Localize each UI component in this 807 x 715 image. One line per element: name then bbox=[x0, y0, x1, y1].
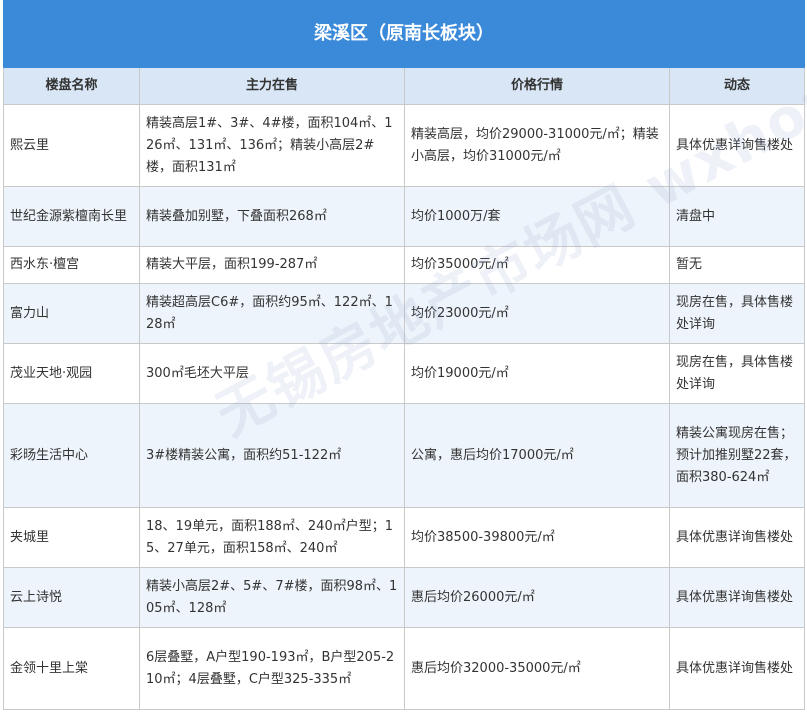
property-table: 梁溪区（原南长板块） 楼盘名称 主力在售 价格行情 动态 熙云里 精装高层1#、… bbox=[3, 0, 805, 710]
table-header-row: 楼盘名称 主力在售 价格行情 动态 bbox=[3, 67, 805, 105]
table-row: 茂业天地·观园 300㎡毛坯大平层 均价19000元/㎡ 现房在售，具体售楼处详… bbox=[3, 343, 805, 404]
cell-main-product: 精装高层1#、3#、4#楼，面积104㎡、126㎡、131㎡、136㎡；精装小高… bbox=[139, 104, 405, 187]
cell-price: 均价23000元/㎡ bbox=[404, 283, 670, 344]
cell-project-name: 茂业天地·观园 bbox=[3, 343, 140, 404]
cell-price: 均价1000万/套 bbox=[404, 186, 670, 247]
table-row: 夹城里 18、19单元，面积188㎡、240㎡户型；15、27单元，面积158㎡… bbox=[3, 507, 805, 568]
header-status: 动态 bbox=[669, 67, 805, 105]
cell-project-name: 熙云里 bbox=[3, 104, 140, 187]
cell-status: 清盘中 bbox=[669, 186, 805, 247]
header-project-name: 楼盘名称 bbox=[3, 67, 140, 105]
header-price: 价格行情 bbox=[404, 67, 670, 105]
cell-price: 均价35000元/㎡ bbox=[404, 246, 670, 284]
cell-project-name: 世纪金源紫檀南长里 bbox=[3, 186, 140, 247]
table-row: 富力山 精装超高层C6#，面积约95㎡、122㎡、128㎡ 均价23000元/㎡… bbox=[3, 283, 805, 344]
table-row: 熙云里 精装高层1#、3#、4#楼，面积104㎡、126㎡、131㎡、136㎡；… bbox=[3, 104, 805, 187]
cell-status: 具体优惠详询售楼处 bbox=[669, 104, 805, 187]
cell-status: 现房在售，具体售楼处详询 bbox=[669, 283, 805, 344]
cell-project-name: 云上诗悦 bbox=[3, 567, 140, 628]
cell-main-product: 精装小高层2#、5#、7#楼，面积98㎡、105㎡、128㎡ bbox=[139, 567, 405, 628]
cell-project-name: 夹城里 bbox=[3, 507, 140, 568]
cell-project-name: 金领十里上棠 bbox=[3, 627, 140, 710]
cell-price: 公寓，惠后均价17000元/㎡ bbox=[404, 403, 670, 508]
cell-project-name: 富力山 bbox=[3, 283, 140, 344]
cell-main-product: 6层叠墅，A户型190-193㎡，B户型205-210㎡；4层叠墅，C户型325… bbox=[139, 627, 405, 710]
cell-price: 均价19000元/㎡ bbox=[404, 343, 670, 404]
table-row: 金领十里上棠 6层叠墅，A户型190-193㎡，B户型205-210㎡；4层叠墅… bbox=[3, 627, 805, 710]
cell-main-product: 3#楼精装公寓，面积约51-122㎡ bbox=[139, 403, 405, 508]
header-main-product: 主力在售 bbox=[139, 67, 405, 105]
cell-status: 暂无 bbox=[669, 246, 805, 284]
table-row: 云上诗悦 精装小高层2#、5#、7#楼，面积98㎡、105㎡、128㎡ 惠后均价… bbox=[3, 567, 805, 628]
cell-status: 现房在售，具体售楼处详询 bbox=[669, 343, 805, 404]
table-title: 梁溪区（原南长板块） bbox=[3, 0, 805, 68]
table-title-row: 梁溪区（原南长板块） bbox=[3, 0, 805, 68]
cell-project-name: 西水东·檀宫 bbox=[3, 246, 140, 284]
cell-main-product: 精装超高层C6#，面积约95㎡、122㎡、128㎡ bbox=[139, 283, 405, 344]
cell-status: 具体优惠详询售楼处 bbox=[669, 627, 805, 710]
property-table-container: 梁溪区（原南长板块） 楼盘名称 主力在售 价格行情 动态 熙云里 精装高层1#、… bbox=[3, 0, 805, 710]
cell-status: 精装公寓现房在售；预计加推别墅22套，面积380-624㎡ bbox=[669, 403, 805, 508]
cell-status: 具体优惠详询售楼处 bbox=[669, 567, 805, 628]
cell-price: 精装高层，均价29000-31000元/㎡；精装小高层，均价31000元/㎡ bbox=[404, 104, 670, 187]
cell-status: 具体优惠详询售楼处 bbox=[669, 507, 805, 568]
cell-price: 惠后均价26000元/㎡ bbox=[404, 567, 670, 628]
cell-price: 均价38500-39800元/㎡ bbox=[404, 507, 670, 568]
cell-main-product: 精装大平层，面积199-287㎡ bbox=[139, 246, 405, 284]
table-row: 世纪金源紫檀南长里 精装叠加别墅，下叠面积268㎡ 均价1000万/套 清盘中 bbox=[3, 186, 805, 247]
cell-main-product: 精装叠加别墅，下叠面积268㎡ bbox=[139, 186, 405, 247]
table-row: 彩旸生活中心 3#楼精装公寓，面积约51-122㎡ 公寓，惠后均价17000元/… bbox=[3, 403, 805, 508]
cell-project-name: 彩旸生活中心 bbox=[3, 403, 140, 508]
cell-price: 惠后均价32000-35000元/㎡ bbox=[404, 627, 670, 710]
cell-main-product: 300㎡毛坯大平层 bbox=[139, 343, 405, 404]
table-row: 西水东·檀宫 精装大平层，面积199-287㎡ 均价35000元/㎡ 暂无 bbox=[3, 246, 805, 284]
cell-main-product: 18、19单元，面积188㎡、240㎡户型；15、27单元，面积158㎡、240… bbox=[139, 507, 405, 568]
